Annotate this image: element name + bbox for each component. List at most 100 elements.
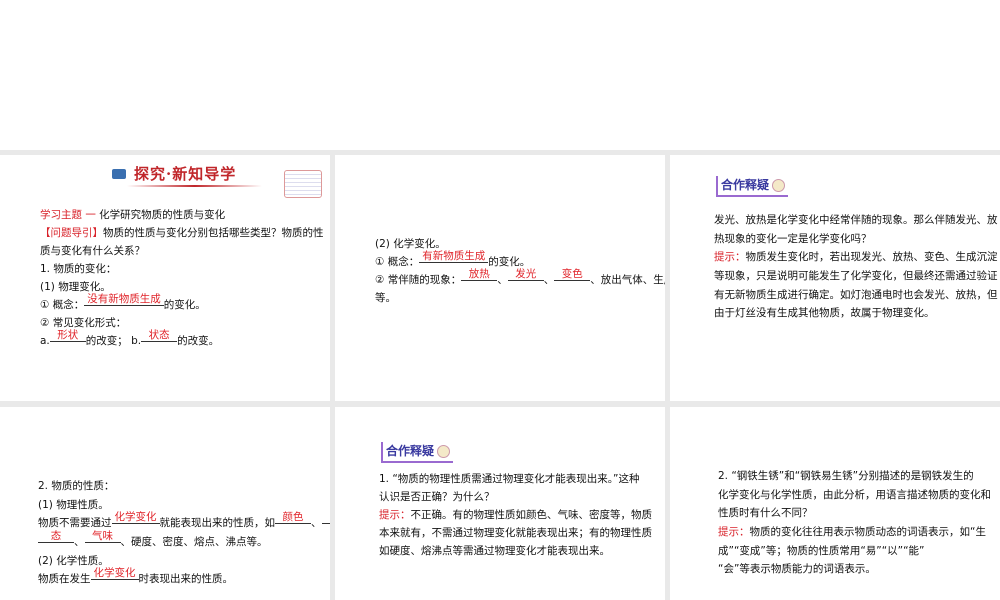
- book-icon: [437, 445, 451, 458]
- text-line: (1) 物理变化。: [40, 278, 320, 296]
- text-segment: 有无新物质生成进行确定。如灯泡通电时也会发光、放热，但: [714, 288, 998, 301]
- slide-2: (2) 化学变化。 ① 概念： 有新物质生成 的变化。 ② 常伴随的现象： 放热、发光、变…: [335, 155, 665, 401]
- text-segment: (1) 物理变化。: [40, 281, 111, 293]
- text-line: 由于灯丝没有生成其他物质，故属于物理变化。: [714, 304, 980, 323]
- text-segment: 1. 物质的变化：: [40, 263, 117, 275]
- text-line: 提示：不正确。有的物理性质如颜色、气味、密度等，物质: [379, 506, 655, 524]
- text-line: 提示：物质的变化往往用表示物质动态的词语表示，如“生: [718, 523, 990, 542]
- text-segment: 不正确。有的物理性质如颜色、气味、密度等，物质: [410, 509, 653, 521]
- answer-blank: 放热: [461, 269, 498, 281]
- text-line: ① 概念： 没有新物质生成 的变化。: [40, 294, 320, 314]
- text-segment: 热现象的变化一定是化学变化吗？: [714, 232, 872, 245]
- text-segment: 等现象，只是说明可能发生了化学变化，但最终还需通过验证: [714, 270, 998, 283]
- text-line: 如硬度、熔沸点等需通过物理变化才能表现出来。: [379, 542, 655, 560]
- answer-blank: 状态: [141, 330, 178, 342]
- text-segment: 成”“变成”等；物质的性质常用“易”“以”“能”: [718, 544, 925, 557]
- text-segment: 、放出气体、生成沉淀: [590, 274, 665, 286]
- section-header: 合作释疑: [716, 176, 789, 197]
- answer-blank: 形状: [49, 330, 86, 342]
- text-segment: 、: [74, 536, 85, 549]
- text-segment: a.: [40, 335, 50, 347]
- text-segment: 的改变； b.: [85, 335, 142, 347]
- text-segment: 由于灯丝没有生成其他物质，故属于物理变化。: [714, 307, 935, 320]
- text-segment: 质与变化有什么关系？: [40, 245, 145, 257]
- text-line: 态、气味 、硬度、密度、熔点、沸点等。: [38, 531, 330, 552]
- graduation-cap-icon: [112, 169, 126, 179]
- text-line: ② 常伴随的现象：放热、发光、变色、放出气体、生成沉淀: [375, 269, 665, 289]
- highlight-label: 提示：: [718, 526, 750, 539]
- text-segment: 物质不需要通过: [38, 517, 112, 530]
- text-segment: ① 概念：: [375, 256, 420, 268]
- text-segment: (1) 物理性质。: [38, 498, 109, 511]
- answer-blank: 化学变化: [90, 568, 139, 581]
- text-segment: 发光、放热是化学变化中经常伴随的现象。那么伴随发光、放: [714, 214, 998, 226]
- text-line: 学习主题 一 化学研究物质的性质与变化: [40, 206, 320, 224]
- answer-blank: 状: [321, 512, 330, 525]
- slide-1: 学习主题 一 化学研究物质的性质与变化 【问题导引】物质的性质与变化分别包括哪些类…: [0, 155, 330, 401]
- text-line: 质与变化有什么关系？: [40, 242, 320, 260]
- text-segment: 的改变。: [177, 335, 220, 347]
- section-header-label: 合作释疑: [721, 178, 770, 192]
- text-segment: 、: [543, 274, 555, 286]
- answer-blank: 态: [38, 531, 74, 544]
- text-segment: (2) 化学性质。: [38, 554, 109, 567]
- slide-4: 2. 物质的性质： (1) 物理性质。 物质不需要通过 化学变化 就能表现出来的性质，如…: [0, 407, 330, 600]
- text-line: 2. “钢铁生锈”和“钢铁易生锈”分别描述的是钢铁发生的: [718, 467, 990, 486]
- text-segment: 性质时有什么不同？: [718, 507, 813, 520]
- slide-6: 2. “钢铁生锈”和“钢铁易生锈”分别描述的是钢铁发生的化学变化与化学性质，由此…: [670, 407, 1000, 600]
- answer-blank: 变色: [554, 269, 591, 281]
- blank-area: [0, 0, 1000, 150]
- text-segment: 就能表现出来的性质，如: [159, 517, 276, 530]
- text-segment: 1. “物质的物理性质需通过物理变化才能表现出来。”这种: [379, 473, 640, 485]
- text-line: 有无新物质生成进行确定。如灯泡通电时也会发光、放热，但: [714, 286, 998, 305]
- highlight-label: 提示：: [714, 251, 746, 264]
- text-segment: 、: [497, 274, 508, 286]
- text-line: (2) 化学性质。: [38, 552, 330, 571]
- text-line: 【问题导引】物质的性质与变化分别包括哪些类型？物质的性: [40, 224, 324, 242]
- text-segment: 2. 物质的性质：: [38, 480, 115, 492]
- text-segment: 物质的变化往往用表示物质动态的词语表示，如“生: [749, 526, 986, 539]
- text-line: 认识是否正确？为什么？: [379, 488, 655, 506]
- text-segment: 物质在发生: [38, 573, 91, 586]
- text-segment: 物质发生变化时，若出现发光、放热、变色、生成沉淀: [745, 251, 998, 264]
- text-segment: 的变化。: [488, 256, 531, 268]
- text-line: 等现象，只是说明可能发生了化学变化，但最终还需通过验证: [714, 267, 998, 286]
- text-line: 等。: [375, 289, 665, 307]
- answer-blank: 没有新物质生成: [84, 294, 164, 306]
- text-segment: 的变化。: [163, 299, 206, 311]
- text-segment: 物质的性质与变化分别包括哪些类型？物质的性: [103, 227, 324, 239]
- highlight-label: 提示：: [379, 509, 411, 521]
- text-line: a. 形状 的改变； b. 状态 的改变。: [40, 330, 320, 350]
- text-line: 提示：物质发生变化时，若出现发光、放热、变色、生成沉淀: [714, 248, 998, 267]
- section-header: 合作释疑: [381, 442, 454, 463]
- text-segment: 化学变化与化学性质，由此分析，用语言描述物质的变化和: [718, 488, 991, 501]
- banner-underline: [127, 185, 262, 187]
- text-line: 化学变化与化学性质，由此分析，用语言描述物质的变化和: [718, 486, 991, 505]
- text-segment: 如硬度、熔沸点等需通过物理变化才能表现出来。: [379, 545, 610, 557]
- slide-5: 1. “物质的物理性质需通过物理变化才能表现出来。”这种 认识是否正确？为什么？ 提…: [335, 407, 665, 600]
- text-segment: 认识是否正确？为什么？: [379, 491, 495, 503]
- text-segment: 等。: [375, 292, 396, 304]
- answer-blank: 颜色: [275, 512, 311, 525]
- highlight-label: 学习主题 一: [40, 209, 96, 221]
- answer-blank: 化学变化: [111, 512, 160, 525]
- note-thumbnail-icon: [284, 170, 322, 198]
- text-segment: ② 常见变化形式：: [40, 317, 127, 329]
- text-line: 本来就有，不需通过物理变化就能表现出来；有的物理性质: [379, 524, 655, 542]
- text-line: “会”等表示物质能力的词语表示。: [718, 560, 990, 579]
- text-line: 物质在发生 化学变化 时表现出来的性质。: [38, 568, 330, 589]
- text-line: 1. 物质的变化：: [40, 260, 320, 278]
- text-line: 成”“变成”等；物质的性质常用“易”“以”“能”: [718, 542, 990, 561]
- text-segment: (2) 化学变化。: [375, 238, 446, 250]
- section-banner: 探究·新知导学: [112, 163, 262, 189]
- text-line: 1. “物质的物理性质需通过物理变化才能表现出来。”这种: [379, 470, 655, 488]
- text-segment: ② 常伴随的现象：: [375, 274, 462, 286]
- text-segment: “会”等表示物质能力的词语表示。: [718, 563, 876, 576]
- answer-blank: 气味: [84, 531, 121, 544]
- text-segment: 2. “钢铁生锈”和“钢铁易生锈”分别描述的是钢铁发生的: [718, 470, 974, 482]
- text-segment: ① 概念：: [40, 299, 85, 311]
- text-segment: 、硬度、密度、熔点、沸点等。: [120, 536, 268, 549]
- text-line: 热现象的变化一定是化学变化吗？: [714, 230, 980, 249]
- text-line: 2. 物质的性质：: [38, 477, 330, 496]
- text-segment: 本来就有，不需通过物理变化就能表现出来；有的物理性质: [379, 527, 652, 539]
